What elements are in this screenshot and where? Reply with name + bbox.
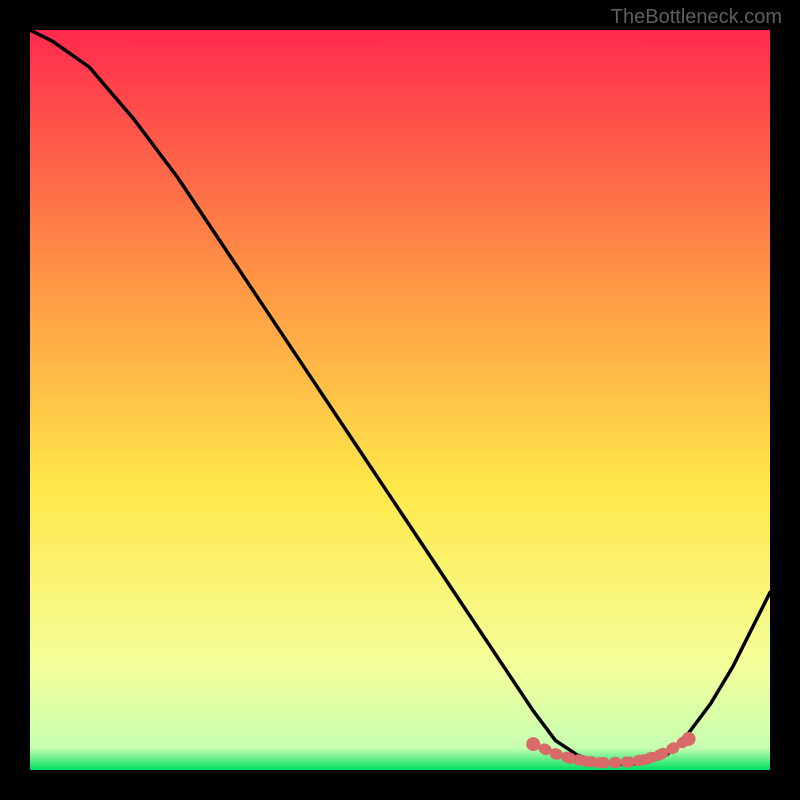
chart-container	[30, 30, 770, 770]
highlight-dot	[668, 742, 679, 753]
highlight-dot	[624, 756, 635, 767]
highlight-dot	[565, 753, 576, 764]
highlight-dot	[550, 748, 561, 759]
watermark-text: TheBottleneck.com	[611, 6, 782, 29]
gradient-background	[30, 30, 770, 770]
highlight-dot	[639, 754, 650, 765]
chart-svg	[30, 30, 770, 770]
highlight-dot	[682, 732, 696, 746]
highlight-dot	[580, 756, 591, 767]
highlight-dot	[654, 750, 665, 761]
highlight-dot	[594, 757, 605, 768]
highlight-dot	[526, 737, 540, 751]
highlight-dot	[609, 757, 620, 768]
